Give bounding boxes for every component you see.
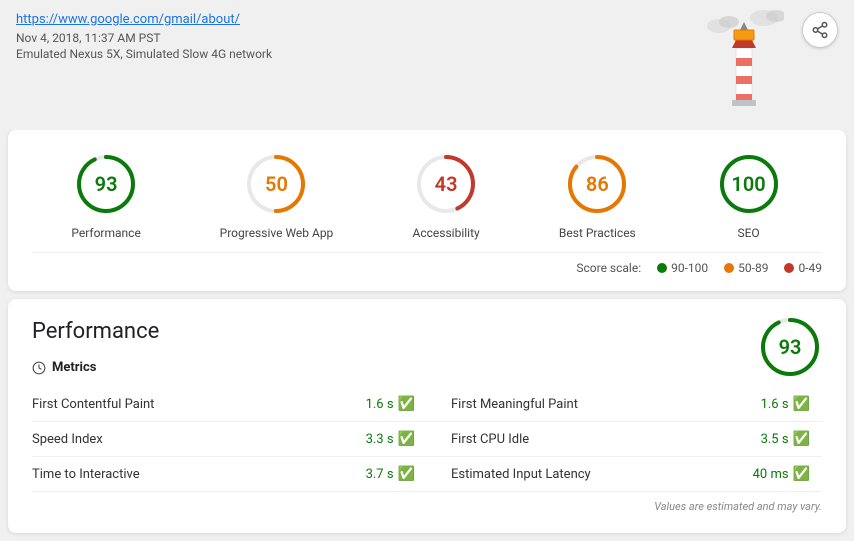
metric-name: Speed Index (32, 432, 103, 447)
score-circle-seo: 100 (715, 150, 783, 218)
metric-name: First Contentful Paint (32, 397, 154, 412)
metrics-row-2: Speed Index 3.3 s ✅ First CPU Idle 3.5 s… (32, 422, 822, 457)
metric-value: 40 ms ✅ (753, 466, 810, 482)
metric-name: Time to Interactive (32, 467, 140, 482)
scale-orange-label: 50-89 (738, 261, 768, 275)
metrics-label: Metrics (52, 360, 96, 375)
red-dot (784, 263, 794, 273)
metric-number: 40 ms (753, 467, 789, 482)
performance-score-circle: 93 (758, 315, 822, 379)
metrics-row-3: Time to Interactive 3.7 s ✅ Estimated In… (32, 457, 822, 492)
performance-title: Performance (32, 319, 822, 344)
metric-first-meaningful-paint: First Meaningful Paint 1.6 s ✅ (427, 387, 822, 422)
check-icon: ✅ (398, 431, 415, 447)
score-value-performance: 93 (95, 172, 118, 196)
metrics-icon (32, 361, 46, 375)
metrics-table: First Contentful Paint 1.6 s ✅ First Mea… (32, 387, 822, 492)
metric-name: First CPU Idle (451, 432, 529, 447)
scale-orange: 50-89 (724, 261, 768, 275)
check-icon: ✅ (398, 466, 415, 482)
metric-first-cpu-idle: First CPU Idle 3.5 s ✅ (427, 422, 822, 457)
check-icon: ✅ (793, 466, 810, 482)
score-item-accessibility: 43 Accessibility (412, 150, 480, 240)
metric-name: Estimated Input Latency (451, 467, 591, 482)
estimated-note: Values are estimated and may vary. (32, 500, 822, 513)
score-value-best-practices: 86 (586, 172, 609, 196)
score-value-pwa: 50 (265, 172, 288, 196)
lighthouse-illustration (704, 8, 784, 118)
score-label-accessibility: Accessibility (413, 226, 480, 240)
orange-dot (724, 263, 734, 273)
scores-card: 93 Performance 50 Progressive Web App 43… (8, 130, 846, 291)
metrics-header: Metrics (32, 360, 822, 375)
score-label-seo: SEO (737, 226, 759, 240)
score-scale: Score scale: 90-100 50-89 0-49 (32, 252, 822, 275)
metrics-row-1: First Contentful Paint 1.6 s ✅ First Mea… (32, 387, 822, 422)
score-value-accessibility: 43 (435, 172, 458, 196)
metric-speed-index: Speed Index 3.3 s ✅ (32, 422, 427, 457)
header: https://www.google.com/gmail/about/ Nov … (0, 0, 854, 130)
metric-value: 1.6 s ✅ (366, 396, 415, 412)
score-value-seo: 100 (731, 172, 765, 196)
score-label-best-practices: Best Practices (559, 226, 636, 240)
score-circle-best-practices: 86 (563, 150, 631, 218)
metric-value: 1.6 s ✅ (761, 396, 810, 412)
metric-number: 3.5 s (761, 432, 789, 447)
score-item-seo: 100 SEO (715, 150, 783, 240)
score-circle-performance: 93 (72, 150, 140, 218)
metric-number: 3.7 s (366, 467, 394, 482)
scale-red: 0-49 (784, 261, 822, 275)
scale-green-label: 90-100 (671, 261, 708, 275)
share-button[interactable] (802, 12, 838, 48)
metric-time-to-interactive: Time to Interactive 3.7 s ✅ (32, 457, 427, 492)
score-circle-accessibility: 43 (412, 150, 480, 218)
score-scale-label: Score scale: (576, 261, 641, 275)
score-item-best-practices: 86 Best Practices (559, 150, 636, 240)
metric-first-contentful-paint: First Contentful Paint 1.6 s ✅ (32, 387, 427, 422)
metric-estimated-input-latency: Estimated Input Latency 40 ms ✅ (427, 457, 822, 492)
score-item-pwa: 50 Progressive Web App (220, 150, 334, 240)
metric-number: 1.6 s (366, 397, 394, 412)
performance-section: Performance 93 Metrics First Contentful … (8, 299, 846, 533)
metric-value: 3.7 s ✅ (366, 466, 415, 482)
green-dot (657, 263, 667, 273)
performance-score-value: 93 (779, 335, 802, 359)
check-icon: ✅ (793, 431, 810, 447)
scores-row: 93 Performance 50 Progressive Web App 43… (32, 150, 822, 240)
score-circle-pwa: 50 (242, 150, 310, 218)
score-label-performance: Performance (71, 226, 140, 240)
metric-number: 1.6 s (761, 397, 789, 412)
scale-red-label: 0-49 (798, 261, 822, 275)
check-icon: ✅ (398, 396, 415, 412)
metric-value: 3.3 s ✅ (366, 431, 415, 447)
metric-name: First Meaningful Paint (451, 397, 578, 412)
score-label-pwa: Progressive Web App (220, 226, 334, 240)
metric-number: 3.3 s (366, 432, 394, 447)
scale-green: 90-100 (657, 261, 708, 275)
score-item-performance: 93 Performance (71, 150, 140, 240)
check-icon: ✅ (793, 396, 810, 412)
metric-value: 3.5 s ✅ (761, 431, 810, 447)
